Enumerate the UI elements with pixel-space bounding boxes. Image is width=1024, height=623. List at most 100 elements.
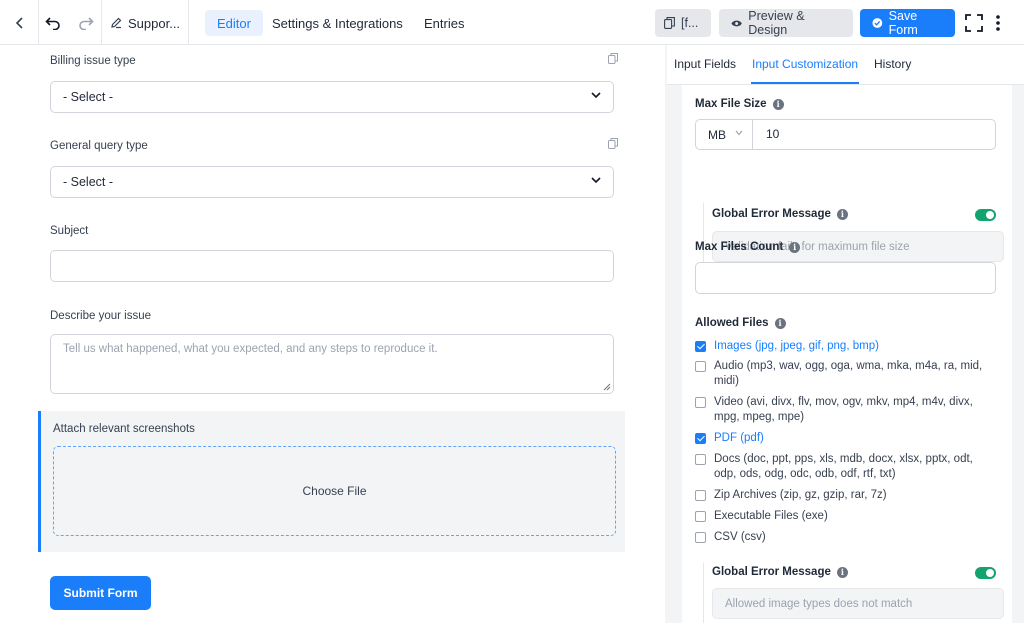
form-canvas: Billing issue type - Select - General qu…	[0, 45, 665, 623]
billing-issue-value: - Select -	[63, 90, 114, 104]
info-icon[interactable]: i	[774, 317, 786, 329]
eye-icon	[731, 20, 742, 26]
file-dropzone[interactable]: Choose File	[53, 446, 616, 536]
allowed-type-label: Docs (doc, ppt, pps, xls, mdb, docx, xls…	[714, 453, 973, 480]
save-form-label: Save Form	[888, 9, 918, 37]
attach-screenshots-label: Attach relevant screenshots	[53, 423, 195, 435]
subject-label: Subject	[50, 225, 89, 237]
allowed-type-exe[interactable]: Executable Files (exe)	[695, 509, 990, 524]
allowed-type-label: Audio (mp3, wav, ogg, oga, wma, mka, m4a…	[714, 360, 983, 387]
save-form-button[interactable]: Save Form	[860, 9, 955, 37]
tab-entries[interactable]: Entries	[412, 10, 476, 36]
info-icon[interactable]: i	[789, 241, 801, 253]
form-title-text: Suppor...	[128, 15, 181, 31]
global-error-label: Global Error Message i	[712, 208, 848, 220]
allowed-type-label: Zip Archives (zip, gz, gzip, rar, 7z)	[714, 489, 887, 501]
redo-icon[interactable]	[76, 13, 96, 33]
checkbox[interactable]	[695, 397, 706, 408]
allowed-type-label: Video (avi, divx, flv, mov, ogv, mkv, mp…	[714, 396, 973, 423]
chevron-down-icon	[735, 130, 743, 136]
max-files-count-text: Max Files Count	[695, 241, 784, 253]
billing-issue-select[interactable]: - Select -	[50, 81, 614, 113]
checkbox[interactable]	[695, 361, 706, 372]
active-tab-indicator	[751, 82, 859, 84]
size-unit-value: MB	[708, 127, 726, 142]
tab-editor[interactable]: Editor	[205, 10, 263, 36]
checkbox-checked[interactable]	[695, 433, 706, 444]
type-error-message-input[interactable]: Allowed image types does not match	[712, 588, 1004, 619]
attach-field-block[interactable]: Attach relevant screenshots Choose File	[38, 411, 625, 552]
duplicate-field-icon[interactable]	[608, 137, 618, 152]
allowed-files-text: Allowed Files	[695, 317, 769, 329]
back-icon[interactable]	[10, 13, 30, 33]
size-error-block: Global Error Message i Validation fails …	[703, 203, 1004, 265]
billing-issue-label: Billing issue type	[50, 55, 136, 67]
general-query-value: - Select -	[63, 175, 114, 189]
info-icon[interactable]: i	[836, 566, 848, 578]
global-error-text: Global Error Message	[712, 208, 831, 220]
tab-settings-integrations[interactable]: Settings & Integrations	[260, 10, 415, 36]
describe-issue-textarea[interactable]: Tell us what happened, what you expected…	[50, 334, 614, 394]
size-unit-select[interactable]: MB	[696, 120, 753, 149]
check-circle-icon	[872, 18, 883, 28]
max-files-count-input[interactable]	[695, 262, 996, 294]
max-file-size-input-group: MB 10	[695, 119, 996, 150]
general-query-label: General query type	[50, 140, 148, 152]
allowed-type-label: Images (jpg, jpeg, gif, png, bmp)	[714, 340, 879, 352]
allowed-type-docs[interactable]: Docs (doc, ppt, pps, xls, mdb, docx, xls…	[695, 452, 990, 482]
pencil-icon	[111, 17, 122, 29]
copy-icon	[664, 17, 675, 29]
top-bar: Suppor... Editor Settings & Integrations…	[0, 0, 1024, 45]
describe-issue-label: Describe your issue	[50, 310, 151, 322]
allowed-type-images[interactable]: Images (jpg, jpeg, gif, png, bmp)	[695, 339, 990, 354]
panel-tabs: Input Fields Input Customization History	[667, 45, 1024, 85]
checkbox[interactable]	[695, 454, 706, 465]
undo-icon[interactable]	[43, 13, 63, 33]
max-file-size-text: Max File Size	[695, 98, 767, 110]
describe-issue-placeholder: Tell us what happened, what you expected…	[63, 343, 438, 355]
allowed-files-label: Allowed Files i	[695, 317, 786, 329]
preview-design-label: Preview & Design	[748, 9, 805, 37]
max-file-size-label: Max File Size i	[695, 98, 784, 110]
global-error-label: Global Error Message i	[712, 566, 848, 578]
submit-form-button[interactable]: Submit Form	[50, 576, 151, 610]
max-file-size-input[interactable]: 10	[766, 127, 779, 141]
preview-design-button[interactable]: Preview & Design	[719, 9, 853, 37]
resize-handle-icon[interactable]	[603, 383, 611, 391]
shortcode-label: [f...	[681, 16, 699, 30]
settings-panel: Input Fields Input Customization History…	[667, 45, 1024, 623]
more-menu-icon[interactable]	[992, 12, 1004, 33]
choose-file-label: Choose File	[302, 484, 367, 498]
tab-input-customization[interactable]: Input Customization	[752, 57, 858, 71]
type-error-placeholder: Allowed image types does not match	[725, 597, 913, 610]
global-error-text: Global Error Message	[712, 566, 831, 578]
allowed-type-audio[interactable]: Audio (mp3, wav, ogg, oga, wma, mka, m4a…	[695, 359, 990, 389]
allowed-type-label: Executable Files (exe)	[714, 510, 828, 522]
subject-input[interactable]	[50, 250, 614, 282]
global-error-toggle[interactable]	[975, 209, 996, 221]
global-error-toggle[interactable]	[975, 567, 996, 579]
checkbox[interactable]	[695, 532, 706, 543]
fullscreen-icon[interactable]	[963, 12, 984, 33]
checkbox-checked[interactable]	[695, 341, 706, 352]
allowed-type-pdf[interactable]: PDF (pdf)	[695, 431, 990, 446]
form-title[interactable]: Suppor...	[110, 13, 180, 33]
allowed-type-video[interactable]: Video (avi, divx, flv, mov, ogv, mkv, mp…	[695, 395, 990, 425]
checkbox[interactable]	[695, 511, 706, 522]
tab-input-fields[interactable]: Input Fields	[674, 57, 736, 71]
general-query-select[interactable]: - Select -	[50, 166, 614, 198]
shortcode-button[interactable]: [f...	[655, 9, 711, 37]
info-icon[interactable]: i	[772, 98, 784, 110]
max-files-count-label: Max Files Count i	[695, 241, 801, 253]
info-icon[interactable]: i	[836, 208, 848, 220]
allowed-type-csv[interactable]: CSV (csv)	[695, 530, 990, 545]
checkbox[interactable]	[695, 490, 706, 501]
duplicate-field-icon[interactable]	[608, 52, 618, 67]
chevron-down-icon	[591, 92, 601, 99]
tab-history[interactable]: History	[874, 57, 911, 71]
chevron-down-icon	[591, 177, 601, 184]
allowed-type-label: PDF (pdf)	[714, 432, 764, 444]
customization-body: Max File Size i MB 10 Global Error Messa…	[682, 85, 1012, 623]
allowed-type-zip[interactable]: Zip Archives (zip, gz, gzip, rar, 7z)	[695, 488, 990, 503]
allowed-type-label: CSV (csv)	[714, 531, 766, 543]
